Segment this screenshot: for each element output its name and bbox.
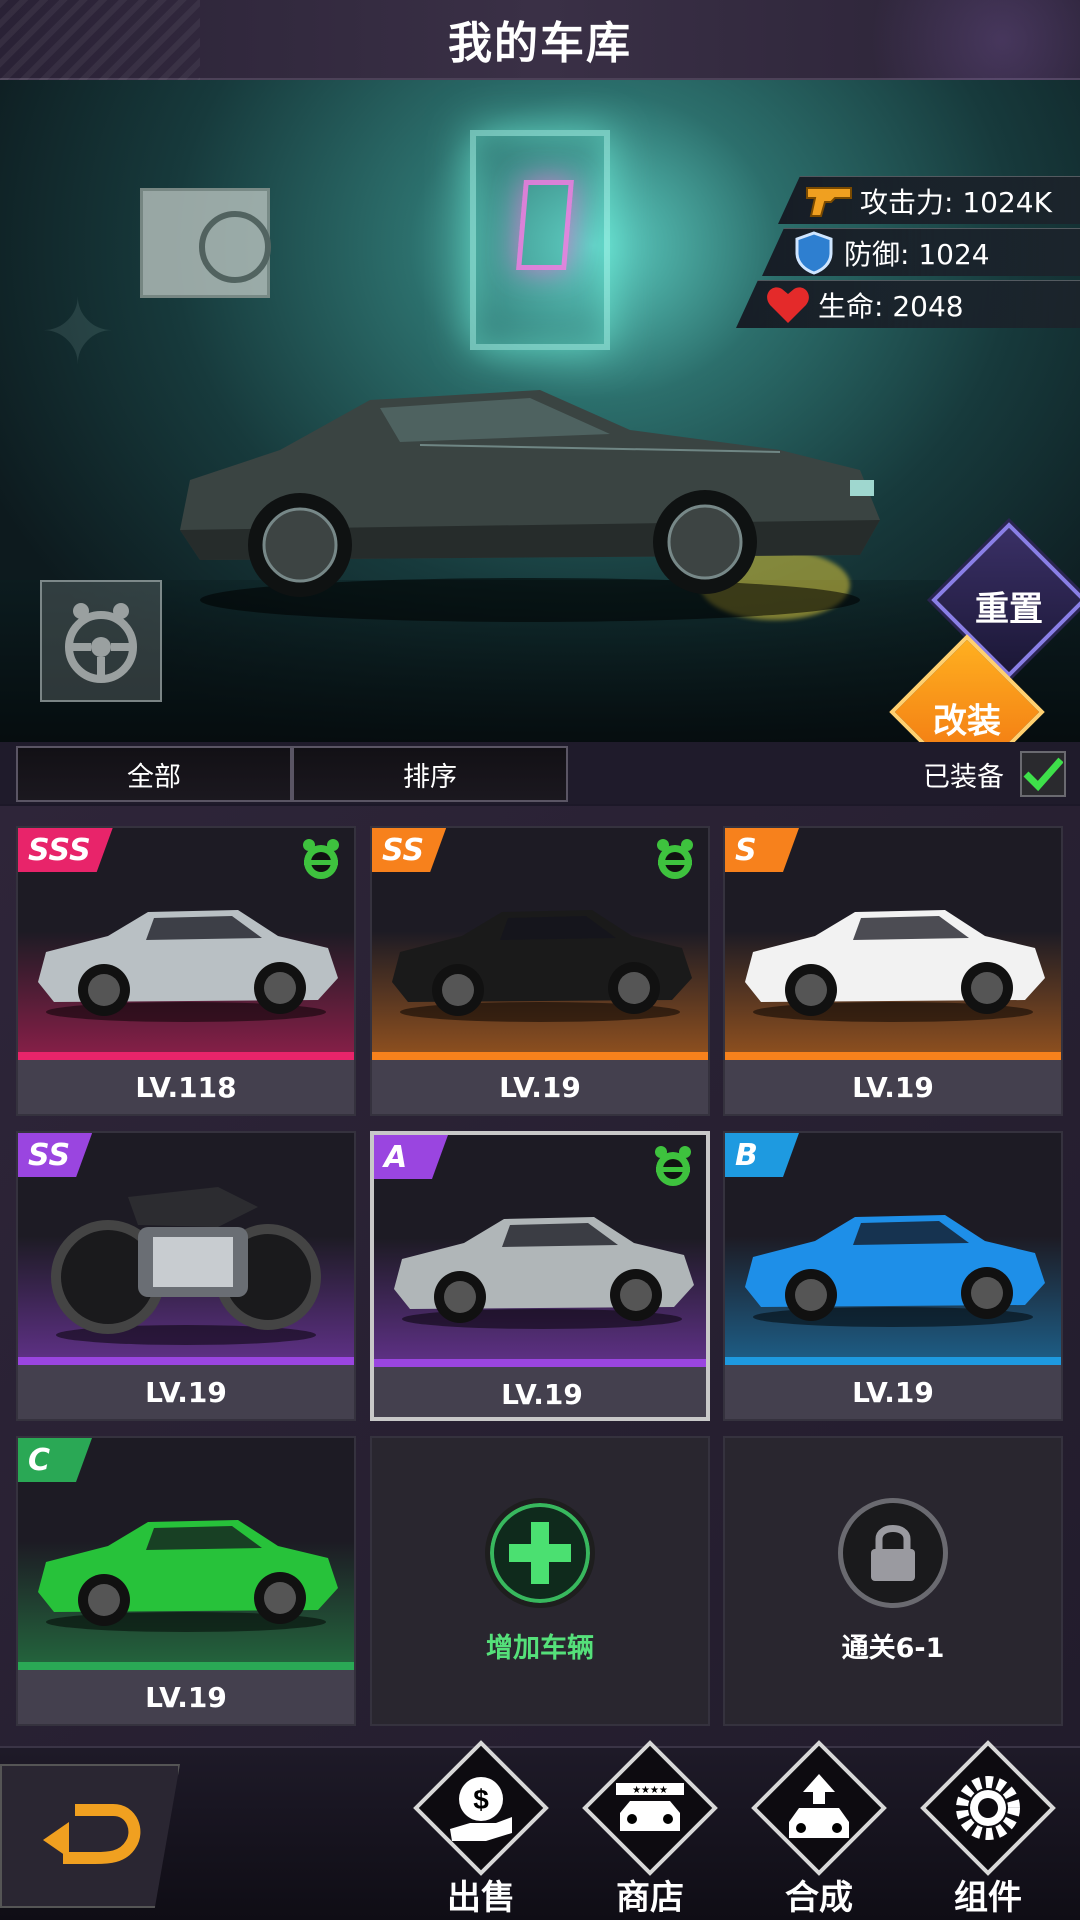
add-vehicle-label: 增加车辆: [486, 1632, 594, 1664]
filter-bar: 全部 排序 已装备: [0, 742, 1080, 804]
garage-showcase: ✦ 攻击力: 1024K 防御: 1024 生命: 2048 重置 改装: [0, 80, 1080, 742]
vehicle-grid: SSS LV.118 SS LV.19 S LV.19 SS LV.19 A LV.19 B LV.1…: [0, 806, 1080, 1746]
vehicle-level: LV.19: [372, 1060, 708, 1114]
vehicle-card[interactable]: SS LV.19: [16, 1131, 356, 1421]
graffiti-wall: ✦: [40, 280, 116, 385]
life-value: 生命: 2048: [818, 289, 964, 323]
life-stat: 生命: 2048: [736, 280, 1080, 328]
vehicle-level: LV.19: [374, 1367, 706, 1417]
rarity-bar: [372, 1052, 708, 1060]
plus-icon: [485, 1497, 595, 1608]
rarity-bar: [18, 1052, 354, 1060]
synthesize-label: 合成: [785, 1878, 853, 1918]
checkmark-icon: [1023, 757, 1063, 792]
steering-wheel-icon: [65, 603, 137, 683]
vehicle-card[interactable]: S LV.19: [723, 826, 1063, 1116]
equipped-label: 已装备: [923, 761, 1004, 793]
svg-text:★★★★: ★★★★: [632, 1785, 668, 1796]
unlock-requirement: 通关6-1: [841, 1632, 945, 1664]
car-shop-icon: ★★★★: [610, 1766, 690, 1850]
vehicle-level: LV.19: [18, 1670, 354, 1724]
selected-car-display: [180, 390, 880, 622]
attack-stat: 攻击力: 1024K: [778, 176, 1080, 224]
equipped-steering-icon: [650, 1143, 696, 1189]
vehicle-level: LV.19: [18, 1365, 354, 1419]
top-bar: 我的车库: [0, 0, 1080, 80]
page-title: 我的车库: [448, 18, 632, 69]
rarity-bar: [725, 1052, 1061, 1060]
back-arrow-icon: [43, 1804, 141, 1864]
components-label: 组件: [954, 1878, 1022, 1918]
money-hand-icon: $: [441, 1766, 521, 1850]
back-button[interactable]: [0, 1764, 180, 1908]
lock-icon: [838, 1497, 948, 1608]
attack-value: 攻击力: 1024K: [860, 185, 1052, 219]
rarity-bar: [374, 1359, 706, 1367]
rarity-bar: [725, 1357, 1061, 1365]
heart-icon: [758, 283, 818, 327]
vehicle-card[interactable]: C LV.19: [16, 1436, 356, 1726]
gun-icon: [800, 179, 860, 223]
header-decoration-right: [820, 0, 1080, 80]
vehicle-card[interactable]: A LV.19: [370, 1131, 710, 1421]
equipped-steering-icon: [298, 836, 344, 882]
sell-button[interactable]: $ 出售: [406, 1740, 556, 1918]
header-decoration-left: [0, 0, 200, 80]
equipped-checkbox[interactable]: [1020, 751, 1066, 797]
rarity-bar: [18, 1662, 354, 1670]
components-button[interactable]: 组件: [913, 1740, 1063, 1918]
steering-wheel-button[interactable]: [40, 580, 162, 702]
vehicle-card[interactable]: SSS LV.118: [16, 826, 356, 1116]
vehicle-level: LV.118: [18, 1060, 354, 1114]
shield-icon: [784, 230, 844, 275]
tab-all[interactable]: 全部: [16, 746, 292, 802]
neon-logo: [516, 180, 574, 270]
vehicle-level: LV.19: [725, 1060, 1061, 1114]
tab-sort[interactable]: 排序: [292, 746, 568, 802]
gear-icon: [948, 1766, 1028, 1850]
svg-text:$: $: [473, 1784, 489, 1815]
equipped-filter[interactable]: 已装备: [923, 748, 1066, 800]
shop-label: 商店: [616, 1878, 684, 1918]
bottom-nav: $ 出售 ★★★★ 商店 合成 组件: [0, 1740, 1080, 1920]
wall-ac-unit: [140, 188, 271, 298]
car-upgrade-icon: [779, 1766, 859, 1850]
modify-label: 改装: [933, 701, 1001, 742]
defense-value: 防御: 1024: [844, 237, 990, 271]
defense-stat: 防御: 1024: [762, 228, 1080, 276]
vehicle-card[interactable]: B LV.19: [723, 1131, 1063, 1421]
synthesize-button[interactable]: 合成: [744, 1740, 894, 1918]
rarity-bar: [18, 1357, 354, 1365]
sell-label: 出售: [447, 1878, 515, 1918]
add-vehicle-card[interactable]: 增加车辆: [370, 1436, 710, 1726]
equipped-steering-icon: [652, 836, 698, 882]
vehicle-level: LV.19: [725, 1365, 1061, 1419]
vehicle-card[interactable]: SS LV.19: [370, 826, 710, 1116]
rank-badge: SSS: [18, 828, 113, 872]
locked-slot-card[interactable]: 通关6-1: [723, 1436, 1063, 1726]
shop-button[interactable]: ★★★★ 商店: [575, 1740, 725, 1918]
